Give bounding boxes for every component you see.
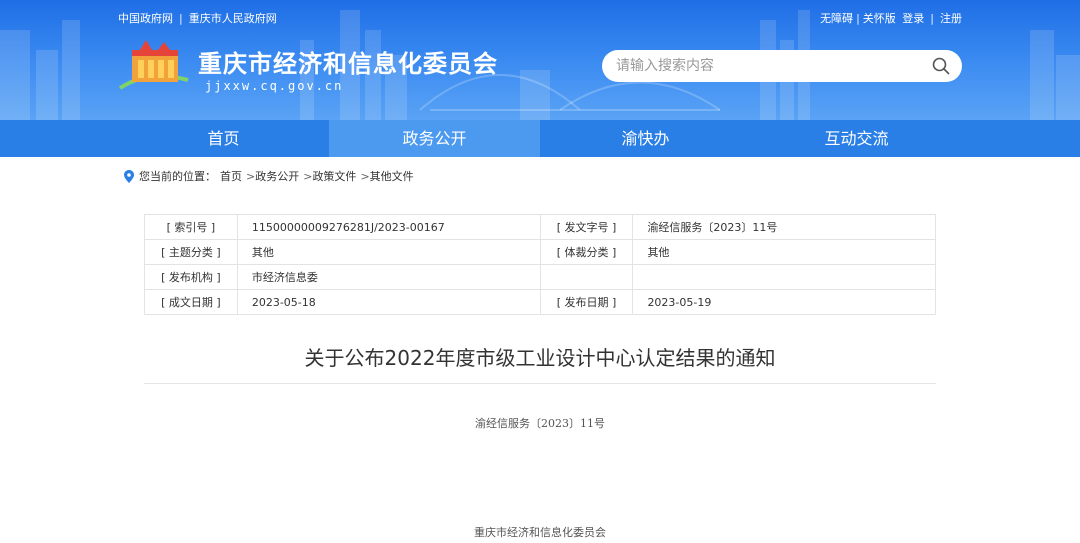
main-nav: 首页 政务公开 渝快办 互动交流: [0, 120, 1080, 157]
article-sender: 重庆市经济和信息化委员会: [474, 526, 606, 539]
breadcrumb-item-gov-affairs[interactable]: 政务公开: [255, 168, 299, 184]
meta-value-genre: 其他: [632, 239, 936, 265]
table-row: [ 索引号 ] 11500000009276281J/2023-00167 [ …: [144, 214, 936, 240]
meta-label-publish-date: [ 发布日期 ]: [539, 289, 634, 315]
meta-label-written-date: [ 成文日期 ]: [144, 289, 238, 315]
site-logo-icon[interactable]: [118, 36, 193, 96]
meta-value-publisher: 市经济信息委: [236, 264, 541, 290]
breadcrumb-item-policy-docs[interactable]: 政策文件: [312, 168, 356, 184]
document-metadata-table: [ 索引号 ] 11500000009276281J/2023-00167 [ …: [144, 214, 936, 315]
article-doc-number: 渝经信服务〔2023〕11号: [475, 417, 605, 430]
meta-value-empty: [632, 264, 936, 290]
breadcrumb-separator: >: [360, 169, 370, 183]
meta-label-publisher: [ 发布机构 ]: [144, 264, 238, 290]
nav-item-interaction[interactable]: 互动交流: [751, 120, 962, 157]
site-title[interactable]: 重庆市经济和信息化委员会: [198, 44, 498, 79]
table-row: [ 成文日期 ] 2023-05-18 [ 发布日期 ] 2023-05-19: [144, 289, 936, 315]
breadcrumb: 您当前的位置： 首页 > 政务公开 > 政策文件 > 其他文件: [124, 168, 414, 184]
meta-value-index: 11500000009276281J/2023-00167: [236, 214, 541, 240]
site-header: 中国政府网 | 重庆市人民政府网 无障碍 | 关怀版 登录 | 注册 重庆市经济和信息化委员…: [0, 0, 1080, 120]
meta-value-topic: 其他: [236, 239, 541, 265]
search-input[interactable]: [616, 50, 916, 82]
title-divider: [144, 383, 936, 384]
breadcrumb-separator: >: [246, 169, 256, 183]
table-row: [ 主题分类 ] 其他 [ 体裁分类 ] 其他: [144, 239, 936, 265]
login-link[interactable]: 登录: [902, 12, 924, 25]
meta-label-genre: [ 体裁分类 ]: [539, 239, 634, 265]
meta-label-doc-number: [ 发文字号 ]: [539, 214, 634, 240]
breadcrumb-separator: >: [303, 169, 313, 183]
meta-label-topic: [ 主题分类 ]: [144, 239, 238, 265]
meta-label-index: [ 索引号 ]: [144, 214, 238, 240]
search-box: [602, 50, 962, 82]
site-domain: jjxxw.cq.gov.cn: [205, 79, 344, 93]
accessibility-link[interactable]: 无障碍: [820, 12, 853, 25]
breadcrumb-item-other-docs[interactable]: 其他文件: [370, 168, 414, 184]
location-pin-icon: [124, 169, 134, 183]
meta-label-empty: [539, 264, 634, 290]
article-title: 关于公布2022年度市级工业设计中心认定结果的通知: [304, 346, 776, 370]
elder-mode-link[interactable]: 关怀版: [863, 12, 896, 25]
breadcrumb-item-home[interactable]: 首页: [220, 168, 242, 184]
link-cq-gov[interactable]: 重庆市人民政府网: [189, 12, 277, 25]
nav-item-home[interactable]: 首页: [118, 120, 329, 157]
nav-item-gov-affairs[interactable]: 政务公开: [329, 120, 540, 157]
link-gov-cn[interactable]: 中国政府网: [118, 12, 173, 25]
table-row: [ 发布机构 ] 市经济信息委: [144, 264, 936, 290]
top-links-left: 中国政府网 | 重庆市人民政府网: [118, 12, 277, 25]
search-icon[interactable]: [932, 57, 950, 75]
nav-item-yukuaiban[interactable]: 渝快办: [540, 120, 751, 157]
meta-value-doc-number: 渝经信服务〔2023〕11号: [632, 214, 936, 240]
top-links-right: 无障碍 | 关怀版 登录 | 注册: [820, 12, 962, 25]
breadcrumb-prefix: 您当前的位置：: [139, 170, 216, 183]
meta-value-publish-date: 2023-05-19: [632, 289, 936, 315]
meta-value-written-date: 2023-05-18: [236, 289, 541, 315]
register-link[interactable]: 注册: [940, 12, 962, 25]
